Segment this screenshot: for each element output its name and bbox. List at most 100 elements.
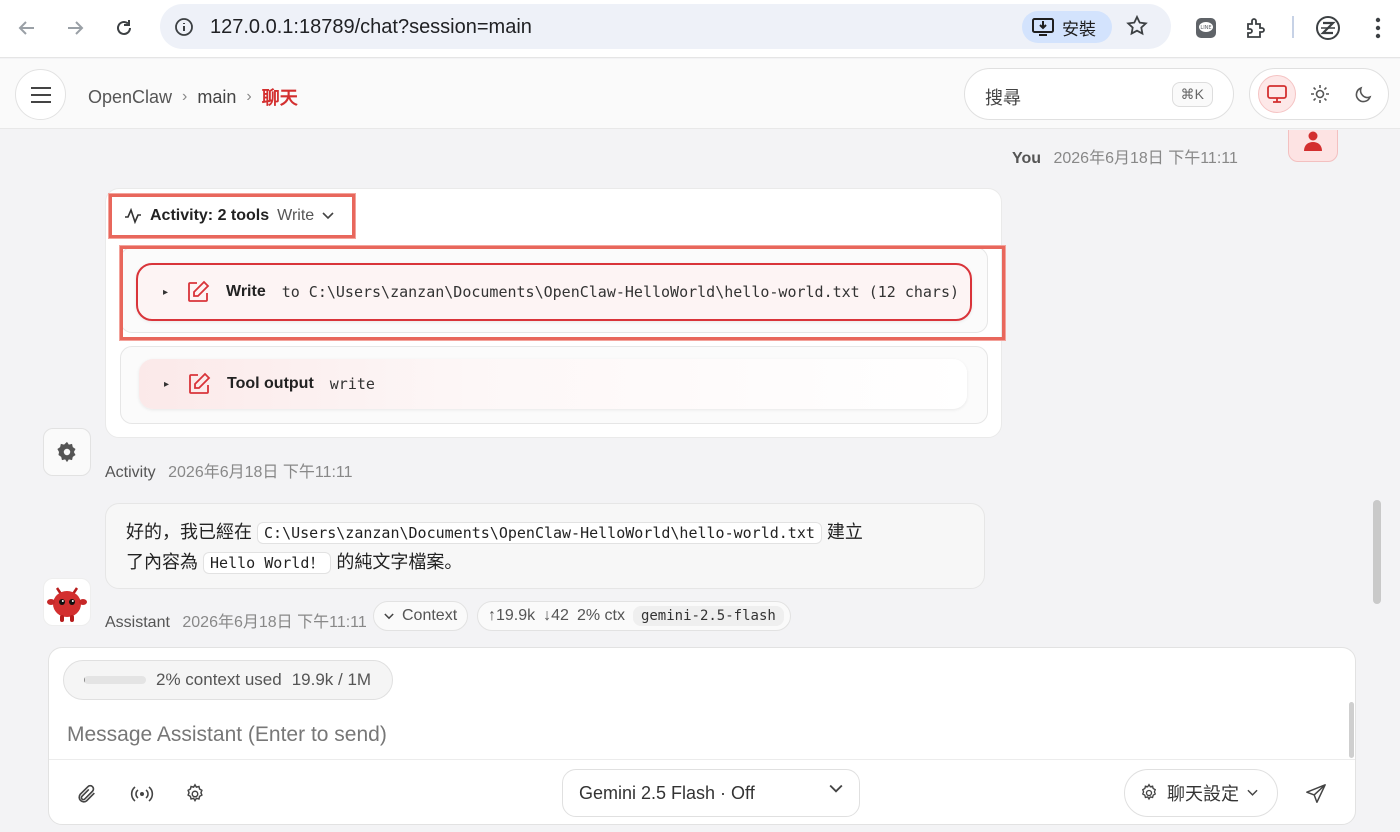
send-button[interactable] (1301, 779, 1331, 809)
user-message-meta: You 2026年6月18日 下午11:11 (1012, 144, 1238, 168)
send-icon (1306, 784, 1326, 803)
gear-icon (1141, 783, 1157, 801)
assistant-message: 好的，我已經在 C:\Users\zanzan\Documents\OpenCl… (105, 503, 985, 589)
chat-thread[interactable]: You 2026年6月18日 下午11:11 Activity: 2 tools… (0, 130, 1400, 646)
composer-divider (49, 759, 1355, 760)
svg-text:LINE: LINE (1200, 25, 1211, 31)
voice-button[interactable] (127, 779, 157, 809)
theme-system-button[interactable] (1258, 75, 1296, 113)
reply-text: 建立 (826, 522, 863, 542)
extensions-puzzle-icon[interactable] (1242, 14, 1270, 42)
reply-text: 的純文字檔案。 (336, 552, 463, 572)
user-name: You (1012, 150, 1042, 167)
tool-detail: to C:\Users\zanzan\Documents\OpenClaw-He… (281, 283, 960, 301)
chevron-down-icon (384, 612, 394, 619)
assistant-meta: Assistant 2026年6月18日 下午11:11 (105, 608, 367, 632)
breadcrumb-openclaw[interactable]: OpenClaw (88, 87, 172, 108)
breadcrumb-main[interactable]: main (197, 87, 236, 108)
search-placeholder: 搜尋 (985, 88, 1021, 108)
forward-icon[interactable] (61, 14, 89, 42)
activity-avatar (43, 428, 91, 476)
reply-content-code: Hello World！ (203, 552, 332, 574)
message-input[interactable] (67, 720, 1327, 750)
chevron-down-icon (829, 784, 843, 793)
ctx-percent: 2% ctx (576, 607, 625, 624)
activity-sender: Activity (105, 464, 156, 481)
activity-meta: Activity 2026年6月18日 下午11:11 (105, 458, 353, 482)
paperclip-icon (78, 784, 95, 803)
gear-icon (187, 783, 203, 803)
back-icon[interactable] (13, 14, 41, 42)
broadcast-icon (130, 786, 154, 802)
chat-scrollbar[interactable] (1373, 500, 1381, 604)
theme-dark-button[interactable] (1345, 75, 1383, 113)
assistant-avatar (43, 578, 91, 626)
context-usage-pill: 2% context used 19.9k / 1M (63, 660, 393, 700)
search-box[interactable]: 搜尋 ⌘K (964, 68, 1234, 120)
attach-button[interactable] (72, 779, 102, 809)
reload-icon[interactable] (110, 14, 138, 42)
composer-settings-button[interactable] (180, 779, 210, 809)
profile-z-icon[interactable] (1314, 14, 1342, 42)
search-shortcut: ⌘K (1171, 82, 1213, 107)
theme-light-button[interactable] (1301, 75, 1339, 113)
assistant-sender: Assistant (105, 614, 170, 631)
chevron-down-icon (1247, 789, 1258, 796)
install-button[interactable]: 安裝 (1022, 11, 1112, 43)
activity-pulse-icon (125, 208, 141, 224)
user-time: 2026年6月18日 下午11:11 (1053, 150, 1238, 167)
composer-scrollbar[interactable] (1349, 702, 1354, 758)
red-mascot-icon (47, 587, 87, 622)
monitor-icon (1267, 85, 1287, 103)
usage-stats: ↑19.9k ↓42 2% ctx gemini-2.5-flash (477, 601, 791, 631)
address-bar[interactable]: 127.0.0.1:18789/chat?session=main 安裝 (160, 4, 1171, 49)
model-select[interactable]: Gemini 2.5 Flash · Off (562, 769, 860, 817)
url-text[interactable]: 127.0.0.1:18789/chat?session=main (210, 16, 532, 39)
bookmark-star-icon[interactable] (1125, 14, 1149, 43)
line-extension-icon[interactable]: LINE (1192, 14, 1220, 42)
chevron-down-icon (322, 212, 334, 220)
assistant-time: 2026年6月18日 下午11:11 (182, 614, 367, 631)
user-avatar (1288, 130, 1338, 162)
model-select-value: Gemini 2.5 Flash · Off (579, 782, 755, 803)
chat-settings-label: 聊天設定 (1167, 784, 1239, 804)
chat-settings-button[interactable]: 聊天設定 (1124, 769, 1278, 817)
moon-icon (1355, 86, 1372, 103)
context-usage-bar (84, 676, 146, 684)
reply-text: 好的，我已經在 (126, 522, 252, 542)
gear-icon (57, 441, 76, 463)
reply-path-code: C:\Users\zanzan\Documents\OpenClaw-Hello… (257, 522, 822, 544)
site-info-icon[interactable] (172, 15, 196, 39)
activity-summary: Write (277, 207, 315, 224)
edit-icon (184, 278, 212, 306)
menu-button[interactable] (15, 69, 66, 120)
app-header: OpenClaw › main › 聊天 搜尋 ⌘K (0, 59, 1400, 129)
context-tokens-label: 19.9k / 1M (291, 670, 372, 689)
tool-name: Tool output (227, 375, 314, 392)
sun-icon (1311, 85, 1329, 103)
expand-caret-icon: ▸ (163, 378, 169, 390)
composer: 2% context used 19.9k / 1M Gemini 2.5 Fl… (48, 647, 1356, 825)
hamburger-icon (30, 86, 51, 103)
tool-call-output[interactable]: ▸ Tool output write (139, 359, 967, 409)
breadcrumb-chat: 聊天 (261, 88, 298, 108)
model-tag: gemini-2.5-flash (632, 606, 784, 626)
breadcrumb: OpenClaw › main › 聊天 (88, 84, 298, 110)
browser-menu-icon[interactable] (1364, 14, 1392, 42)
activity-summary-toggle[interactable]: Activity: 2 tools Write (109, 194, 355, 238)
tool-call-write[interactable]: ▸ Write to C:\Users\zanzan\Documents\Ope… (136, 263, 972, 321)
context-toggle[interactable]: Context (373, 601, 469, 631)
context-used-label: 2% context used (156, 670, 282, 689)
breadcrumb-separator: › (246, 88, 252, 105)
toolbar-divider (1292, 16, 1294, 38)
tool-detail: write (329, 375, 375, 393)
browser-toolbar: 127.0.0.1:18789/chat?session=main 安裝 LIN… (0, 0, 1400, 58)
context-usage-fill (84, 676, 86, 684)
install-icon (1032, 18, 1054, 36)
context-label: Context (402, 607, 458, 624)
expand-caret-icon: ▸ (162, 286, 168, 298)
breadcrumb-separator: › (182, 88, 188, 105)
tool-name: Write (226, 283, 266, 300)
theme-switcher (1249, 68, 1389, 120)
activity-time: 2026年6月18日 下午11:11 (168, 464, 353, 481)
